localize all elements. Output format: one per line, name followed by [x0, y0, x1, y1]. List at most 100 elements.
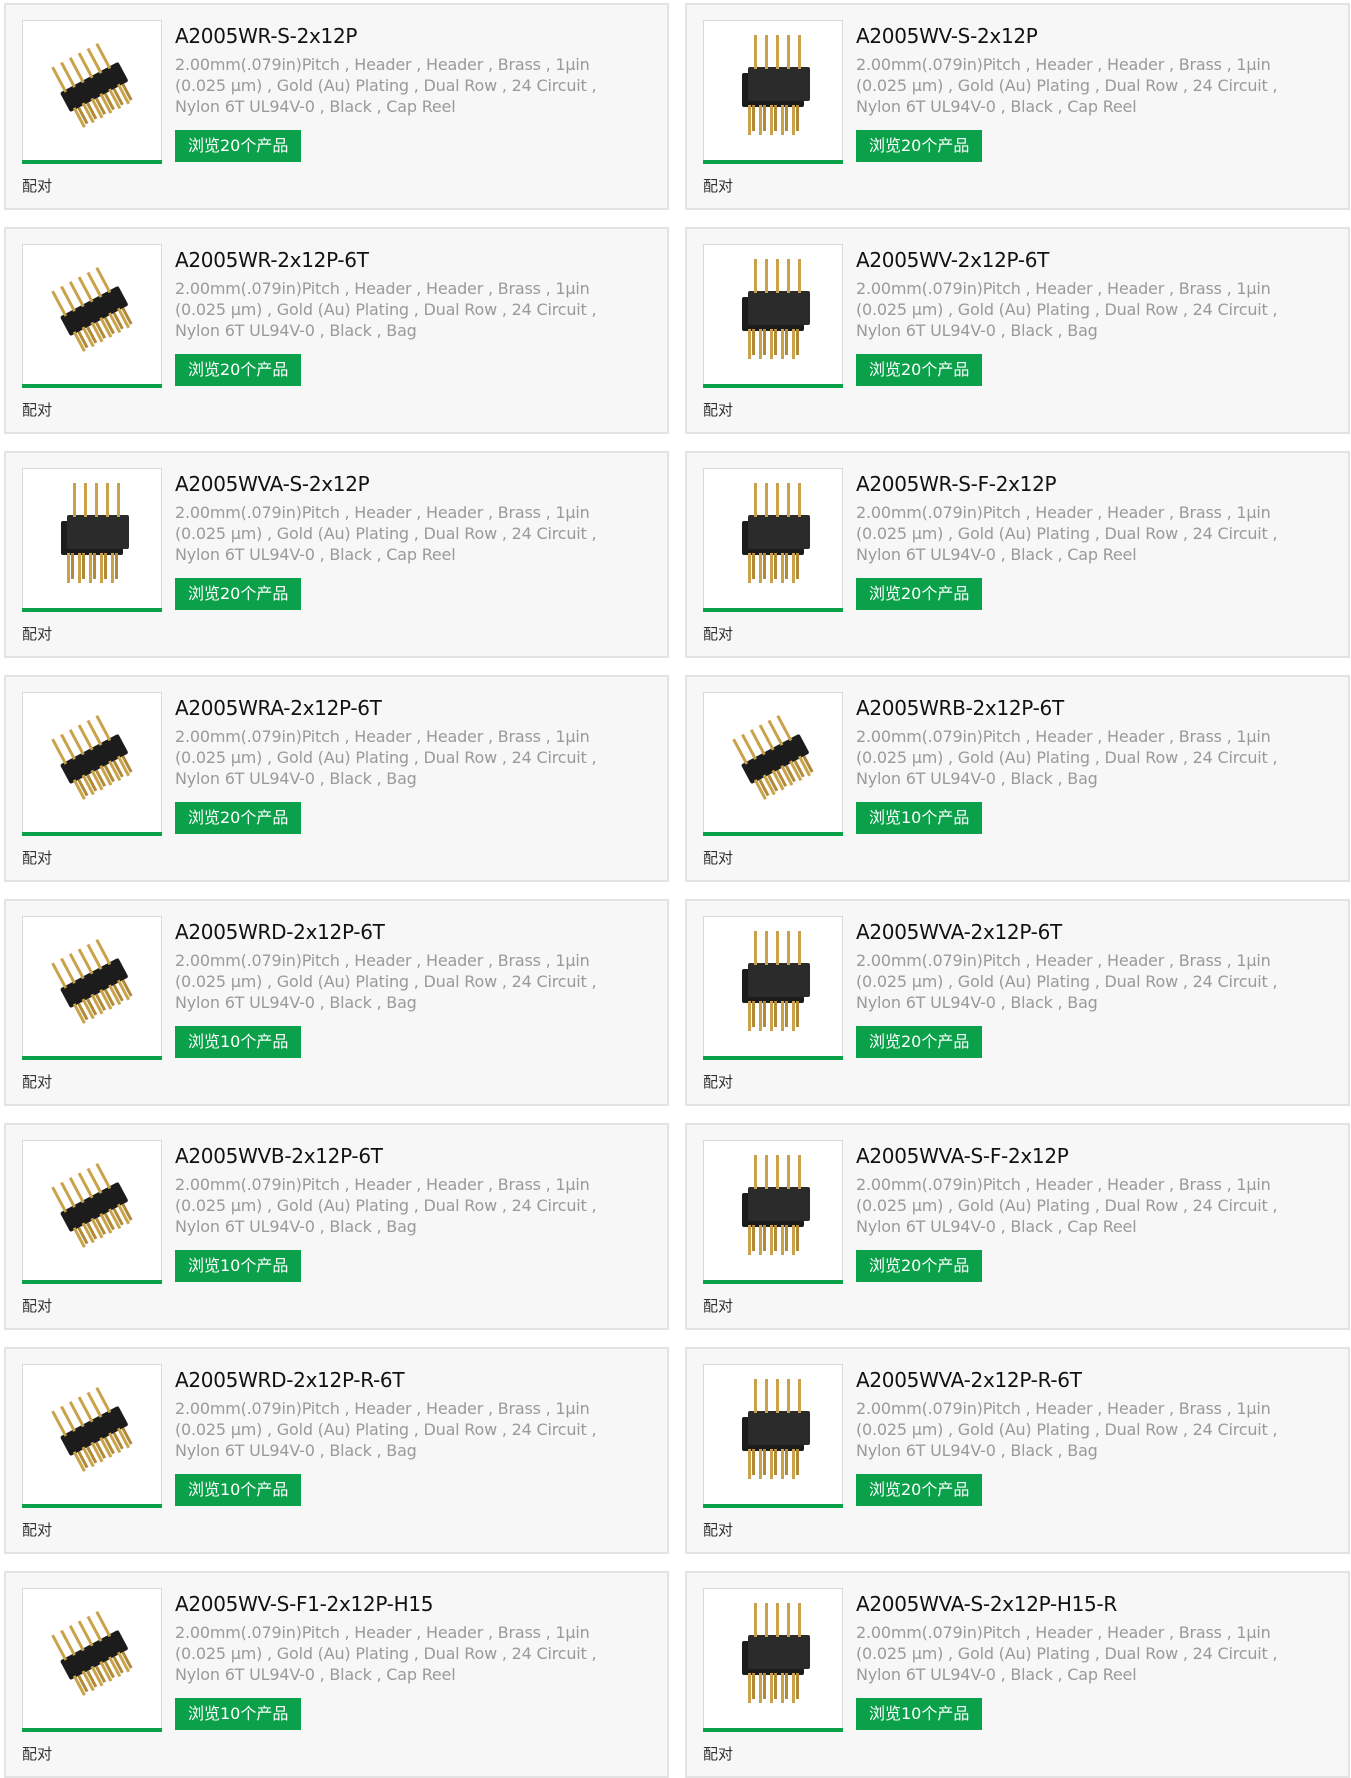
pair-label[interactable]: 配对 — [22, 623, 52, 644]
product-info: A2005WV-2x12P-6T 2.00mm(.079in)Pitch , He… — [856, 247, 1326, 341]
browse-products-button[interactable]: 浏览20个产品 — [856, 578, 983, 610]
product-title[interactable]: A2005WRA-2x12P-6T — [175, 695, 645, 721]
browse-products-button[interactable]: 浏览10个产品 — [175, 1250, 302, 1282]
vertical-header-icon[interactable] — [703, 244, 843, 384]
product-thumbnail[interactable] — [22, 692, 162, 836]
vertical-header-icon[interactable] — [703, 1140, 843, 1280]
product-description: 2.00mm(.079in)Pitch , Header , Header , … — [856, 727, 1278, 788]
product-title[interactable]: A2005WRB-2x12P-6T — [856, 695, 1326, 721]
product-info: A2005WR-S-F-2x12P 2.00mm(.079in)Pitch , H… — [856, 471, 1326, 565]
pair-label[interactable]: 配对 — [22, 847, 52, 868]
browse-products-button[interactable]: 浏览20个产品 — [856, 1026, 983, 1058]
browse-products-button[interactable]: 浏览20个产品 — [175, 130, 302, 162]
browse-products-button[interactable]: 浏览10个产品 — [856, 1698, 983, 1730]
product-title[interactable]: A2005WRD-2x12P-R-6T — [175, 1367, 645, 1393]
product-info: A2005WVB-2x12P-6T 2.00mm(.079in)Pitch , H… — [175, 1143, 645, 1237]
browse-products-button[interactable]: 浏览20个产品 — [856, 354, 983, 386]
pair-label[interactable]: 配对 — [22, 399, 52, 420]
product-title[interactable]: A2005WV-S-F1-2x12P-H15 — [175, 1591, 645, 1617]
product-thumbnail[interactable] — [22, 1140, 162, 1284]
product-title[interactable]: A2005WR-2x12P-6T — [175, 247, 645, 273]
pair-label[interactable]: 配对 — [22, 1071, 52, 1092]
pair-label[interactable]: 配对 — [703, 399, 733, 420]
pair-label[interactable]: 配对 — [22, 1519, 52, 1540]
browse-products-button[interactable]: 浏览10个产品 — [175, 1698, 302, 1730]
product-info: A2005WRA-2x12P-6T 2.00mm(.079in)Pitch , H… — [175, 695, 645, 789]
product-title[interactable]: A2005WVB-2x12P-6T — [175, 1143, 645, 1169]
browse-products-button[interactable]: 浏览10个产品 — [175, 1026, 302, 1058]
product-thumbnail[interactable] — [22, 1364, 162, 1508]
browse-products-button[interactable]: 浏览20个产品 — [856, 130, 983, 162]
product-title[interactable]: A2005WV-2x12P-6T — [856, 247, 1326, 273]
right-angle-header-icon[interactable] — [22, 916, 162, 1056]
product-description: 2.00mm(.079in)Pitch , Header , Header , … — [175, 279, 597, 340]
product-thumbnail[interactable] — [703, 692, 843, 836]
vertical-header-icon[interactable] — [703, 1588, 843, 1728]
product-description: 2.00mm(.079in)Pitch , Header , Header , … — [856, 951, 1278, 1012]
browse-products-button[interactable]: 浏览10个产品 — [856, 802, 983, 834]
product-card: 配对 A2005WVA-S-F-2x12P 2.00mm(.079in)Pitch … — [685, 1123, 1350, 1330]
product-thumbnail[interactable] — [703, 1588, 843, 1732]
product-description: 2.00mm(.079in)Pitch , Header , Header , … — [175, 1175, 597, 1236]
right-angle-header-icon[interactable] — [22, 1140, 162, 1280]
pair-label[interactable]: 配对 — [22, 175, 52, 196]
pair-label[interactable]: 配对 — [703, 1519, 733, 1540]
product-thumbnail[interactable] — [703, 244, 843, 388]
product-card: 配对 A2005WV-S-F1-2x12P-H15 2.00mm(.079in)Pi… — [4, 1571, 669, 1778]
vertical-header-icon[interactable] — [703, 916, 843, 1056]
product-title[interactable]: A2005WVA-S-2x12P-H15-R — [856, 1591, 1326, 1617]
right-angle-header-icon[interactable] — [703, 692, 843, 832]
pair-label[interactable]: 配对 — [703, 847, 733, 868]
product-description: 2.00mm(.079in)Pitch , Header , Header , … — [856, 1399, 1278, 1460]
pair-label[interactable]: 配对 — [703, 1295, 733, 1316]
browse-products-button[interactable]: 浏览20个产品 — [175, 354, 302, 386]
pair-label[interactable]: 配对 — [703, 623, 733, 644]
product-title[interactable]: A2005WR-S-F-2x12P — [856, 471, 1326, 497]
browse-products-button[interactable]: 浏览20个产品 — [856, 1250, 983, 1282]
product-thumbnail[interactable] — [22, 20, 162, 164]
vertical-header-icon[interactable] — [703, 20, 843, 160]
product-thumbnail[interactable] — [703, 1140, 843, 1284]
product-card: 配对 A2005WRA-2x12P-6T 2.00mm(.079in)Pitch ,… — [4, 675, 669, 882]
product-thumbnail[interactable] — [703, 1364, 843, 1508]
product-thumbnail[interactable] — [22, 468, 162, 612]
browse-products-button[interactable]: 浏览10个产品 — [175, 1474, 302, 1506]
product-description: 2.00mm(.079in)Pitch , Header , Header , … — [175, 951, 597, 1012]
vertical-header-icon[interactable] — [22, 468, 162, 608]
product-card: 配对 A2005WV-2x12P-6T 2.00mm(.079in)Pitch , … — [685, 227, 1350, 434]
pair-label[interactable]: 配对 — [703, 1743, 733, 1764]
thumbnail-accent-bar — [22, 1728, 162, 1732]
vertical-header-icon[interactable] — [703, 1364, 843, 1504]
browse-products-button[interactable]: 浏览20个产品 — [856, 1474, 983, 1506]
product-thumbnail[interactable] — [22, 244, 162, 388]
product-title[interactable]: A2005WV-S-2x12P — [856, 23, 1326, 49]
product-title[interactable]: A2005WR-S-2x12P — [175, 23, 645, 49]
browse-products-button[interactable]: 浏览20个产品 — [175, 578, 302, 610]
product-thumbnail[interactable] — [22, 1588, 162, 1732]
pair-label[interactable]: 配对 — [703, 175, 733, 196]
right-angle-header-icon[interactable] — [22, 1588, 162, 1728]
product-title[interactable]: A2005WRD-2x12P-6T — [175, 919, 645, 945]
vertical-header-icon[interactable] — [703, 468, 843, 608]
product-thumbnail[interactable] — [703, 916, 843, 1060]
pair-label[interactable]: 配对 — [703, 1071, 733, 1092]
pair-label[interactable]: 配对 — [22, 1743, 52, 1764]
product-thumbnail[interactable] — [22, 916, 162, 1060]
product-thumbnail[interactable] — [703, 468, 843, 612]
product-description: 2.00mm(.079in)Pitch , Header , Header , … — [856, 55, 1278, 116]
product-title[interactable]: A2005WVA-2x12P-6T — [856, 919, 1326, 945]
product-description: 2.00mm(.079in)Pitch , Header , Header , … — [175, 1399, 597, 1460]
product-title[interactable]: A2005WVA-2x12P-R-6T — [856, 1367, 1326, 1393]
right-angle-header-icon[interactable] — [22, 244, 162, 384]
right-angle-header-icon[interactable] — [22, 1364, 162, 1504]
right-angle-header-icon[interactable] — [22, 692, 162, 832]
browse-products-button[interactable]: 浏览20个产品 — [175, 802, 302, 834]
right-angle-header-icon[interactable] — [22, 20, 162, 160]
product-title[interactable]: A2005WVA-S-2x12P — [175, 471, 645, 497]
product-title[interactable]: A2005WVA-S-F-2x12P — [856, 1143, 1326, 1169]
product-thumbnail[interactable] — [703, 20, 843, 164]
product-description: 2.00mm(.079in)Pitch , Header , Header , … — [856, 1175, 1278, 1236]
thumbnail-accent-bar — [703, 160, 843, 164]
pair-label[interactable]: 配对 — [22, 1295, 52, 1316]
thumbnail-accent-bar — [22, 160, 162, 164]
